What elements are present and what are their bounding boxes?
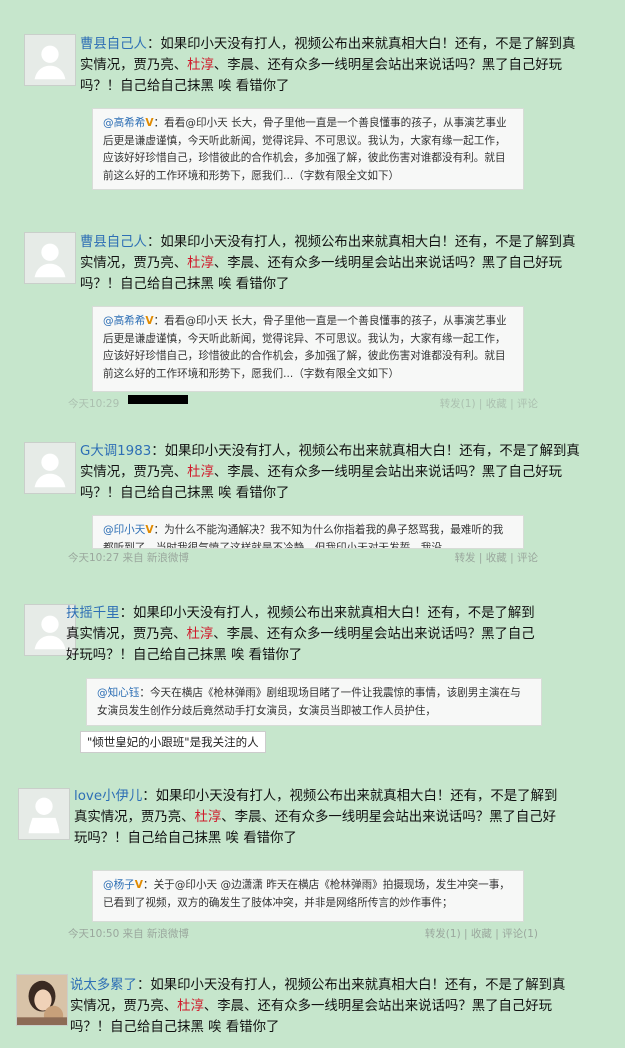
quoted-user-link[interactable]: @印小天: [103, 524, 145, 536]
girl-photo-icon: [17, 975, 67, 1025]
post-actions[interactable]: 转发 | 收藏 | 评论: [455, 550, 538, 566]
highlight-name[interactable]: 杜淳: [195, 810, 222, 825]
highlight-name[interactable]: 杜淳: [187, 465, 214, 480]
username-link[interactable]: 曹县自己人: [80, 235, 147, 250]
timestamp: 今天10:27 来自 新浪微博: [68, 552, 189, 564]
post-meta: 今天10:27 来自 新浪微博 转发 | 收藏 | 评论: [68, 550, 548, 566]
quoted-text: ：为什么不能沟通解决？我不知为什么你指着我的鼻子怒骂我，最难听的我都听到了，当时…: [103, 524, 504, 549]
default-avatar[interactable]: [24, 34, 76, 86]
quoted-text: ：关于@印小天 @边潇潇 昨天在横店《枪林弹雨》拍摄现场，发生冲突一事，已看到了…: [103, 879, 510, 909]
user-silhouette-icon: [25, 443, 75, 493]
default-avatar[interactable]: [24, 232, 76, 284]
post-text: 曹县自己人：如果印小天没有打人，视频公布出来就真相大白！还有，不是了解到真实情况…: [80, 232, 580, 295]
quoted-user-link[interactable]: @杨子: [103, 879, 135, 891]
username-link[interactable]: 说太多累了: [70, 978, 137, 993]
highlight-name[interactable]: 杜淳: [187, 256, 214, 271]
post-meta: 今天10:50 来自 新浪微博 转发(1) | 收藏 | 评论(1): [68, 926, 548, 942]
default-avatar[interactable]: [24, 442, 76, 494]
username-link[interactable]: G大调1983: [80, 444, 151, 459]
separator: ：: [146, 37, 161, 52]
separator: ：: [136, 978, 151, 993]
follow-tooltip: "倾世皇妃的小跟班"是我关注的人: [80, 731, 266, 753]
post-text: 扶摇千里：如果印小天没有打人，视频公布出来就真相大白！还有，不是了解到真实情况，…: [66, 603, 544, 666]
user-silhouette-icon: [25, 233, 75, 283]
quoted-text: ：看看@印小天 长大，骨子里他一直是一个善良懂事的孩子，从事演艺事业后更是谦虚谨…: [103, 315, 507, 380]
quoted-repost: @知心钰：今天在横店《枪林弹雨》剧组现场目睹了一件让我震惊的事情，该剧男主演在与…: [86, 678, 542, 726]
separator: ：: [151, 444, 165, 459]
timestamp: 今天10:29: [68, 398, 120, 410]
highlight-name[interactable]: 杜淳: [187, 627, 214, 642]
separator: ：: [142, 789, 156, 804]
user-silhouette-icon: [19, 789, 69, 839]
quoted-user-link[interactable]: @高希希: [103, 117, 145, 129]
separator: ：: [146, 235, 161, 250]
quoted-repost: @高希希V：看看@印小天 长大，骨子里他一直是一个善良懂事的孩子，从事演艺事业后…: [92, 306, 524, 392]
quoted-user-link[interactable]: @知心钰: [97, 687, 139, 699]
username-link[interactable]: 扶摇千里: [66, 606, 120, 621]
user-photo-avatar[interactable]: [16, 974, 68, 1026]
user-silhouette-icon: [25, 35, 75, 85]
post-text: G大调1983：如果印小天没有打人，视频公布出来就真相大白！还有，不是了解到真实…: [80, 441, 580, 504]
quoted-text: ：今天在横店《枪林弹雨》剧组现场目睹了一件让我震惊的事情，该剧男主演在与女演员发…: [97, 687, 521, 717]
post-actions[interactable]: 转发(1) | 收藏 | 评论: [440, 396, 538, 412]
post-text: love小伊儿：如果印小天没有打人，视频公布出来就真相大白！还有，不是了解到真实…: [74, 786, 562, 849]
post-text: 说太多累了：如果印小天没有打人，视频公布出来就真相大白！还有，不是了解到真实情况…: [70, 975, 570, 1038]
verified-v-icon: V: [145, 315, 154, 327]
quoted-repost: @印小天V：为什么不能沟通解决？我不知为什么你指着我的鼻子怒骂我，最难听的我都听…: [92, 515, 524, 549]
quoted-repost: @高希希V：看看@印小天 长大，骨子里他一直是一个善良懂事的孩子，从事演艺事业后…: [92, 108, 524, 190]
highlight-name[interactable]: 杜淳: [187, 58, 214, 73]
highlight-name[interactable]: 杜淳: [177, 999, 204, 1014]
username-link[interactable]: 曹县自己人: [80, 37, 147, 52]
post-text: 曹县自己人：如果印小天没有打人，视频公布出来就真相大白！还有，不是了解到真实情况…: [80, 34, 580, 97]
post-meta: 今天10:29 转发(1) | 收藏 | 评论: [68, 396, 548, 412]
verified-v-icon: V: [145, 524, 154, 536]
default-avatar[interactable]: [18, 788, 70, 840]
username-link[interactable]: love小伊儿: [74, 789, 142, 804]
post-actions[interactable]: 转发(1) | 收藏 | 评论(1): [425, 926, 538, 942]
timestamp: 今天10:50 来自 新浪微博: [68, 928, 189, 940]
quoted-user-link[interactable]: @高希希: [103, 315, 145, 327]
verified-v-icon: V: [145, 117, 154, 129]
separator: ：: [119, 606, 133, 621]
verified-v-icon: V: [134, 879, 143, 891]
quoted-repost: @杨子V：关于@印小天 @边潇潇 昨天在横店《枪林弹雨》拍摄现场，发生冲突一事，…: [92, 870, 524, 922]
quoted-text: ：看看@印小天 长大，骨子里他一直是一个善良懂事的孩子，从事演艺事业后更是谦虚谨…: [103, 117, 507, 182]
